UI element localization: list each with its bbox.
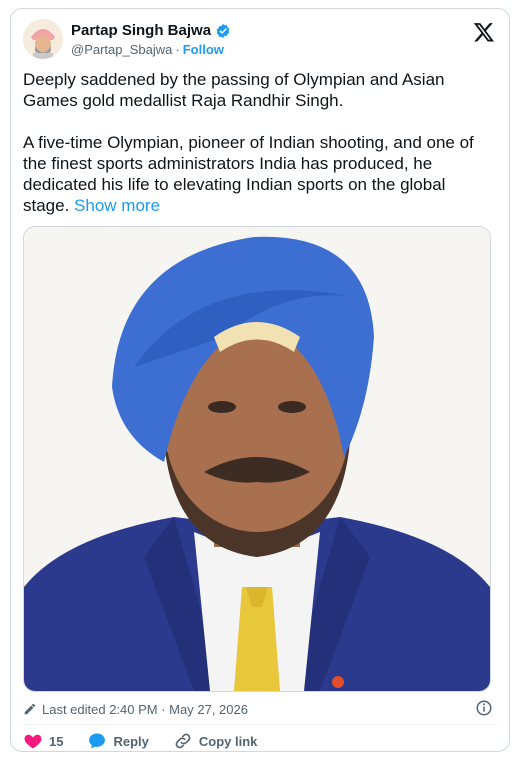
copy-link-label: Copy link [198, 733, 258, 749]
divider [23, 724, 497, 725]
tweet-header: Partap Singh Bajwa @Partap_Sbajwa · Foll… [23, 19, 497, 63]
reply-bubble-icon [89, 733, 106, 749]
tweet-body: Deeply saddened by the passing of Olympi… [23, 70, 474, 215]
tweet-actions: 15 Reply Copy link [23, 729, 281, 753]
edit-pencil-icon [24, 703, 36, 715]
last-edited-text[interactable]: Last edited 2:40 PM · May 27, 2026 [42, 702, 248, 717]
show-more-link[interactable]: Show more [74, 196, 160, 215]
portrait-image [24, 227, 490, 691]
separator-dot: · [175, 42, 180, 57]
reply-button[interactable]: Reply [87, 731, 149, 751]
author-name[interactable]: Partap Singh Bajwa [71, 22, 211, 39]
tweet-photo[interactable] [23, 226, 491, 692]
info-icon[interactable] [475, 699, 493, 717]
avatar-image [23, 19, 63, 59]
tweet-card: Partap Singh Bajwa @Partap_Sbajwa · Foll… [10, 8, 510, 752]
like-count: 15 [49, 733, 64, 749]
verified-badge-icon [216, 23, 230, 38]
like-button[interactable]: 15 [23, 731, 63, 751]
copy-link-button[interactable]: Copy link [173, 731, 258, 751]
heart-icon [24, 734, 42, 749]
avatar[interactable] [23, 19, 63, 59]
author-name-row: Partap Singh Bajwa [71, 22, 231, 39]
tweet-text: Deeply saddened by the passing of Olympi… [23, 69, 493, 216]
reply-label: Reply [113, 733, 149, 749]
tweet-meta: Last edited 2:40 PM · May 27, 2026 [23, 699, 493, 719]
link-icon [175, 733, 191, 749]
author-handle-row: @Partap_Sbajwa · Follow [71, 42, 224, 57]
author-handle[interactable]: @Partap_Sbajwa [71, 42, 172, 57]
follow-button[interactable]: Follow [183, 42, 224, 57]
x-logo-icon[interactable] [473, 21, 495, 43]
